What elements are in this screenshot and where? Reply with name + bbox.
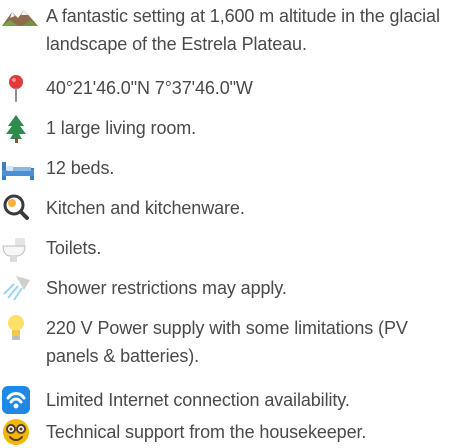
list-item: 12 beds. xyxy=(0,152,459,188)
nerd-face-icon xyxy=(0,416,40,448)
item-text: Limited Internet connection availability… xyxy=(46,390,350,410)
tree-icon xyxy=(0,112,40,144)
toilet-icon xyxy=(0,232,40,264)
item-text: Toilets. xyxy=(46,238,102,258)
item-text: 220 V Power supply with some limitations… xyxy=(46,318,408,366)
bed-icon xyxy=(0,152,40,184)
item-text: 12 beds. xyxy=(46,158,115,178)
item-text: Kitchen and kitchenware. xyxy=(46,198,245,218)
list-item: Kitchen and kitchenware. xyxy=(0,192,459,228)
list-item: Technical support from the housekeeper. xyxy=(0,416,459,447)
amenities-list: A fantastic setting at 1,600 m altitude … xyxy=(0,0,459,447)
list-item: A fantastic setting at 1,600 m altitude … xyxy=(0,0,459,68)
shower-icon xyxy=(0,272,40,304)
list-item: Limited Internet connection availability… xyxy=(0,384,459,420)
lightbulb-icon xyxy=(0,312,40,344)
list-item: Shower restrictions may apply. xyxy=(0,272,459,308)
item-text: Shower restrictions may apply. xyxy=(46,278,287,298)
list-item: Toilets. xyxy=(0,232,459,268)
item-text: A fantastic setting at 1,600 m altitude … xyxy=(46,6,440,54)
list-item: 220 V Power supply with some limitations… xyxy=(0,312,459,380)
item-text: 40°21'46.0"N 7°37'46.0"W xyxy=(46,78,253,98)
wifi-icon xyxy=(0,384,40,416)
item-text: 1 large living room. xyxy=(46,118,197,138)
item-text: Technical support from the housekeeper. xyxy=(46,422,367,442)
list-item: 1 large living room. xyxy=(0,112,459,148)
pin-icon xyxy=(0,72,40,104)
list-item: 40°21'46.0"N 7°37'46.0"W xyxy=(0,72,459,108)
magnifier-icon xyxy=(0,192,40,224)
mountain-icon xyxy=(0,0,40,32)
